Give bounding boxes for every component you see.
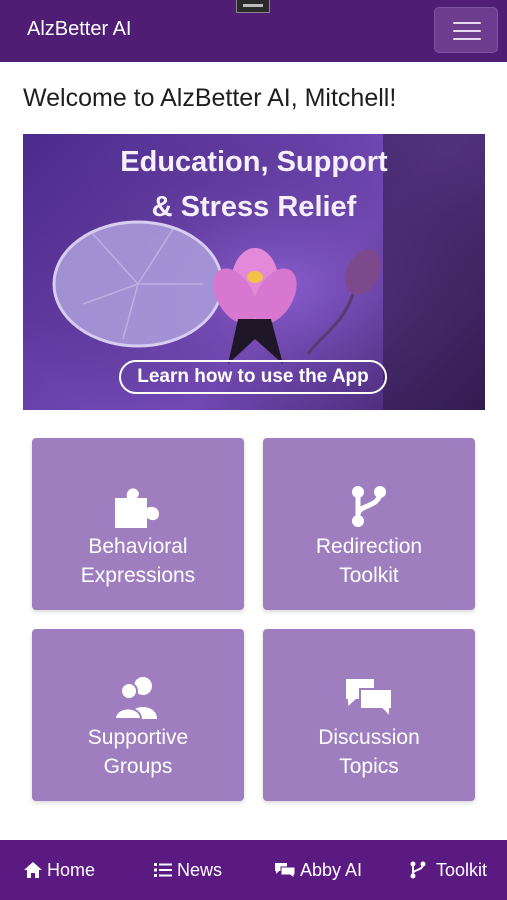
nav-home-label: Home: [47, 859, 96, 880]
tile-label: Discussion Topics: [263, 723, 475, 781]
nav-news[interactable]: News: [153, 840, 222, 900]
nav-toolkit-label: Toolkit: [436, 859, 488, 880]
nav-abby-ai-label: Abby AI: [300, 859, 363, 880]
nav-home[interactable]: Home: [23, 840, 95, 900]
code-branch-icon: [352, 486, 386, 527]
hero-banner[interactable]: Education, Support & Stress Relief Learn…: [23, 134, 485, 410]
nav-news-label: News: [177, 859, 223, 880]
hamburger-menu-icon-bar: [453, 30, 481, 32]
code-branch-icon: [410, 861, 426, 879]
tile-label: Behavioral Expressions: [32, 532, 244, 590]
tile-label: Supportive Groups: [32, 723, 244, 781]
learn-app-button[interactable]: Learn how to use the App: [119, 360, 387, 394]
list-icon: [154, 863, 172, 877]
tile-redirection-toolkit[interactable]: Redirection Toolkit: [263, 438, 475, 610]
brand-title[interactable]: AlzBetter AI: [27, 18, 132, 41]
banner-title-line2: & Stress Relief: [151, 191, 357, 223]
top-navbar: AlzBetter AI: [0, 0, 507, 62]
users-icon: [113, 677, 157, 719]
tile-label-line1: Behavioral: [88, 535, 188, 558]
tile-label-line1: Discussion: [318, 726, 420, 749]
tile-label-line1: Redirection: [315, 535, 423, 558]
home-icon: [24, 862, 42, 878]
tile-label: Redirection Toolkit: [263, 532, 475, 590]
tile-label-line2: Groups: [103, 755, 173, 778]
tile-discussion-topics[interactable]: Discussion Topics: [263, 629, 475, 801]
tile-label-line1: Supportive: [87, 726, 189, 749]
hamburger-menu-icon: [453, 22, 481, 24]
nav-toolkit[interactable]: Toolkit: [408, 840, 487, 900]
banner-title-line1: Education, Support: [120, 146, 388, 178]
hamburger-menu-icon-bar: [453, 38, 481, 40]
tile-label-line2: Toolkit: [339, 564, 399, 587]
hamburger-menu-button[interactable]: [434, 7, 498, 53]
comments-icon: [275, 863, 296, 879]
tile-label-line2: Topics: [339, 755, 399, 778]
welcome-heading: Welcome to AlzBetter AI, Mitchell!: [23, 84, 397, 112]
bottom-nav: Home News Abby AI Toolkit: [0, 840, 507, 900]
tile-label-line2: Expressions: [80, 564, 196, 587]
comments-icon: [346, 679, 393, 719]
camera-notch: [236, 0, 270, 13]
tile-supportive-groups[interactable]: Supportive Groups: [32, 629, 244, 801]
tile-behavioral-expressions[interactable]: Behavioral Expressions: [32, 438, 244, 610]
puzzle-piece-icon: [115, 488, 159, 528]
nav-abby-ai[interactable]: Abby AI: [274, 840, 362, 900]
